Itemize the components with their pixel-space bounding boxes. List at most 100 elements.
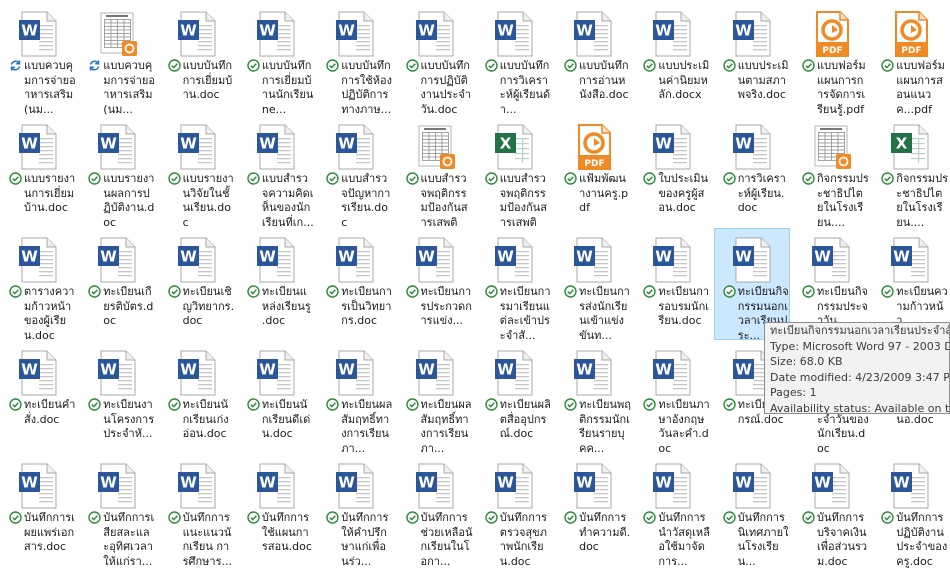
word-document-icon: W <box>98 463 138 509</box>
file-item[interactable]: W การวิเคราะห์ผู้เรียน.doc <box>714 115 790 227</box>
file-item[interactable]: W แบบสำรวจปัญหาการเรียน.doc <box>317 115 393 229</box>
word-document-icon: W <box>494 350 535 396</box>
file-item[interactable]: W บันทึกการเสียสละและอุทิศเวลาให้แก่รา... <box>79 454 155 568</box>
available-check-icon <box>802 511 815 524</box>
word-document-icon: W <box>653 350 693 396</box>
file-name: ทะเบียนพฤติกรรมนักเรียนรายบุคค... <box>579 398 631 455</box>
file-item[interactable]: W ทะเบียนพฤติกรรมนักเรียนรายบุคค... <box>555 341 631 455</box>
file-item[interactable]: W ทะเบียนผลิตสื่ออุปกรณ์.doc <box>476 341 552 453</box>
file-item[interactable]: W ทะเบียนแหล่งเรียนรู้.doc <box>238 228 314 340</box>
file-item[interactable]: PDF แฟ้มพัฒนางานครู.pdf <box>555 115 631 227</box>
file-item[interactable]: กิจกรรมประชาธิปไตยในโรงเรียน.... <box>793 115 869 229</box>
file-item[interactable]: W ทะเบียนการอบรมนักเรียน.doc <box>634 228 710 340</box>
file-item[interactable]: W ทะเบียนการส่งนักเรียนเข้าแข่งขันท... <box>555 228 631 342</box>
file-item[interactable]: W บันทึกการช่วยเหลือนักเรียนในโอกา... <box>397 454 473 568</box>
file-name: แบบประเมินตามสภาพจริง.doc <box>737 59 789 101</box>
file-item[interactable]: W ทะเบียนเกียรติบัตร.doc <box>79 228 155 340</box>
file-item[interactable]: W บันทึกการตรวจสุขภาพนักเรียน.doc <box>476 454 552 568</box>
file-item[interactable]: PDF แบบฟอร์มแผนการสอนแนวค...pdf <box>872 2 948 116</box>
file-item[interactable]: W ทะเบียนการมาเรียนแต่ละเข้าประจำสั... <box>476 228 552 342</box>
file-name: แบบบันทึกการวิเคราะห์ผู้เรียนด้า... <box>499 59 551 116</box>
svg-text:W: W <box>338 248 355 266</box>
file-item[interactable]: X กิจกรรมประชาธิปไตยในโรงเรียน.... <box>872 115 948 229</box>
available-check-icon <box>564 285 577 298</box>
file-item[interactable]: W บันทึกการแนะแนวนักเรียน การศึกษาร... <box>159 454 235 568</box>
available-check-icon <box>564 511 577 524</box>
file-item[interactable]: W บันทึกการเผยแพร่เอกสาร.doc <box>0 454 76 566</box>
file-item[interactable]: แบบสำรวจพฤติกรรมป้องกันสารเสพติด.... <box>397 115 473 229</box>
file-item[interactable]: W แบบบันทึกการเยี่ยมบ้านนักเรียนne... <box>238 2 314 116</box>
file-name: แบบบันทึกการเยี่ยมบ้าน.doc <box>182 59 233 101</box>
svg-text:W: W <box>814 474 831 492</box>
tooltip-modified: Date modified: 4/23/2009 3:47 PM <box>770 370 949 384</box>
file-name: การวิเคราะห์ผู้เรียน.doc <box>737 172 786 214</box>
file-name: ตารางความก้าวหน้าของผู้เรียน.doc <box>24 285 75 342</box>
file-item[interactable]: X แบบสำรวจพฤติกรรมป้องกันสารเสพติด.... <box>476 115 552 229</box>
svg-text:W: W <box>338 474 355 492</box>
file-name: บันทึกการช่วยเหลือนักเรียนในโอกา... <box>420 511 473 568</box>
file-name: แบบประเมินค่านิยมหลัก.docx <box>658 59 710 101</box>
svg-text:W: W <box>418 22 435 40</box>
file-item[interactable]: W แบบบันทึกการวิเคราะห์ผู้เรียนด้า... <box>476 2 552 116</box>
file-item[interactable]: แบบควบคุมการจ่ายอาหารเสริม(นม... <box>79 2 155 116</box>
svg-text:W: W <box>656 248 673 266</box>
word-document-icon: W <box>415 237 456 283</box>
file-item[interactable]: W แบบรายงานผลการปฏิบัติงาน.doc <box>79 115 155 229</box>
file-item[interactable]: W ทะเบียนผลสัมฤทธิ์ทางการเรียน ภา... <box>317 341 393 455</box>
file-item[interactable]: W บันทึกการนิเทศภายในโรงเรียน... <box>714 454 790 568</box>
svg-text:W: W <box>21 361 38 379</box>
svg-text:W: W <box>338 135 355 153</box>
file-item[interactable]: W แบบประเมินค่านิยมหลัก.docx <box>634 2 710 114</box>
file-item[interactable]: W บันทึกการนำวัสดุเหลือใช้มาจัดการ... <box>634 454 710 568</box>
file-item[interactable]: W แบบบันทึกการใช้ห้องปฏิบัติการทางภาษ... <box>317 2 393 116</box>
file-item[interactable]: W แบบบันทึกการอ่านหนังสือ.doc <box>555 2 631 114</box>
svg-text:W: W <box>101 361 118 379</box>
file-item[interactable]: W ตารางความก้าวหน้าของผู้เรียน.doc <box>0 228 76 342</box>
file-item[interactable]: W บันทึกการบริจาคเงินเพื่อส่วนรวม.doc <box>793 454 869 568</box>
svg-text:W: W <box>735 22 752 40</box>
file-item[interactable]: W บันทึกการทำความดี.doc <box>555 454 631 566</box>
file-item[interactable]: W ทะเบียนนักเรียนดีเด่น.doc <box>238 341 314 453</box>
file-item[interactable]: W แบบรายงานการเยี่ยมบ้าน.doc <box>0 115 76 227</box>
available-check-icon <box>88 285 101 298</box>
file-item[interactable]: W ทะเบียนนักเรียนเก่งอ่อน.doc <box>159 341 235 453</box>
word-document-icon: W <box>256 11 297 57</box>
word-document-icon: W <box>574 11 614 57</box>
file-item[interactable]: W แบบสำรวจความคิดเห็นของนักเรียนที่เก... <box>238 115 314 229</box>
available-check-icon <box>722 511 736 524</box>
file-item[interactable]: W ทะเบียนผลสัมฤทธิ์ทางการเรียน ภา... <box>397 341 473 455</box>
svg-text:W: W <box>418 361 435 379</box>
word-document-icon: W <box>732 463 773 509</box>
file-item[interactable]: W บันทึกการใช้แผนการสอน.doc <box>238 454 314 566</box>
file-item[interactable]: W แบบบันทึกการเยี่ยมบ้าน.doc <box>159 2 235 114</box>
file-name: แบบควบคุมการจ่ายอาหารเสริม(นม... <box>103 59 155 116</box>
file-item[interactable]: W ทะเบียนงานโครงการประจำหั... <box>79 341 155 453</box>
file-item[interactable]: W แบบรายงานวิจัยในชั้นเรียน.doc <box>159 115 235 229</box>
svg-text:X: X <box>896 135 908 153</box>
pdf-thumbnail-icon <box>812 124 852 170</box>
file-name: ทะเบียนเกียรติบัตร.doc <box>103 285 154 327</box>
word-document-icon: W <box>891 463 931 509</box>
word-document-icon: W <box>336 350 376 396</box>
file-item[interactable]: W แบบประเมินตามสภาพจริง.doc <box>714 2 790 114</box>
file-item[interactable]: W ทะเบียนการประกวดการแข่ง... <box>397 228 473 340</box>
file-item[interactable]: W ทะเบียนเชิญวิทยากร.doc <box>159 228 235 340</box>
file-item[interactable]: W แบบควบคุมการจ่ายอาหารเสริม(นม... <box>0 2 76 116</box>
available-check-icon <box>722 59 736 72</box>
file-item[interactable]: PDF แบบฟอร์มแผนการการจัดการเรียนรู้.pdf <box>793 2 869 116</box>
file-item[interactable]: W ทะเบียนภาษาอังกฤษวันละคำ.doc <box>634 341 710 455</box>
available-check-icon <box>167 285 181 298</box>
file-item[interactable]: W ทะเบียนคำสั่ง.doc <box>0 341 76 453</box>
available-check-icon <box>405 59 419 72</box>
word-document-icon: W <box>177 350 218 396</box>
svg-text:W: W <box>259 361 276 379</box>
file-item[interactable]: W แบบบันทึกการปฏิบัติงานประจำวัน.doc <box>397 2 473 116</box>
file-item[interactable]: W ทะเบียนการเป็นวิทยากร.doc <box>317 228 393 340</box>
file-item[interactable]: W บันทึกการให้คำปรึกษาแก่เพื่อนร่ว... <box>317 454 393 568</box>
file-item[interactable]: W ใบประเมินของครูผู้สอน.doc <box>634 115 710 227</box>
file-name: ใบประเมินของครูผู้สอน.doc <box>658 172 709 214</box>
svg-text:W: W <box>656 22 673 40</box>
file-item[interactable]: W บันทึกการปฏิบัติงานประจำของครู.doc <box>872 454 948 568</box>
svg-text:W: W <box>497 248 514 266</box>
svg-text:W: W <box>735 248 752 266</box>
